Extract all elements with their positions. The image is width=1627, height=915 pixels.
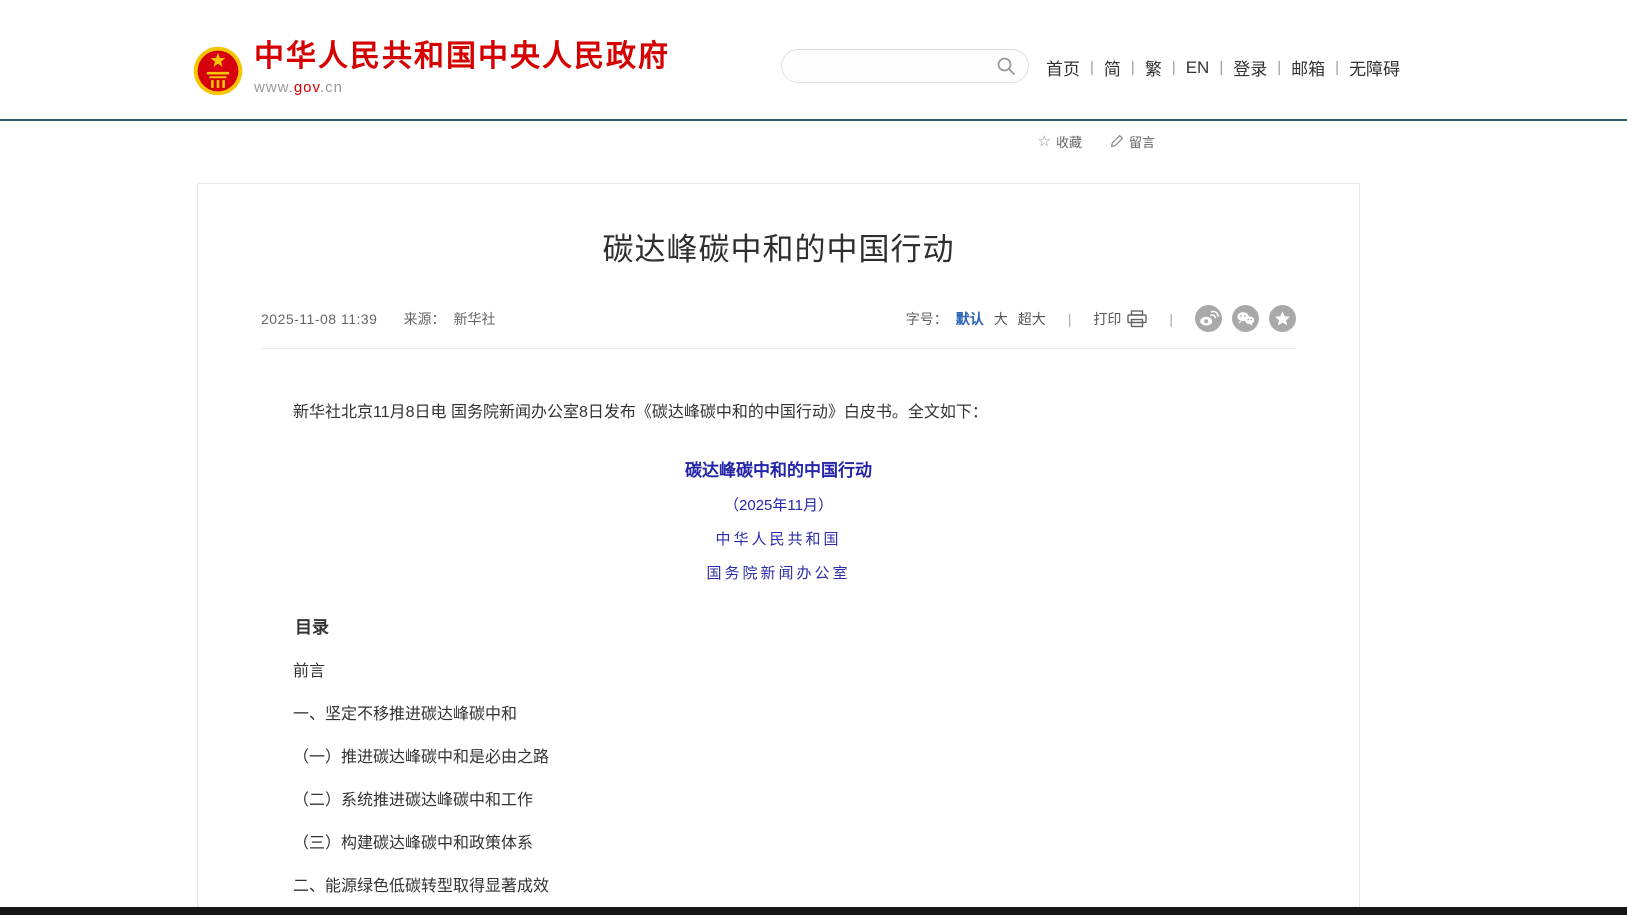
site-url-suffix: .cn — [320, 79, 343, 96]
printer-icon — [1127, 310, 1147, 328]
font-size-xlarge-button[interactable]: 超大 — [1018, 309, 1046, 329]
bottom-screen-edge — [0, 907, 1627, 915]
site-header: 中华人民共和国中央人民政府 www.gov.cn 首页 | 简 | 繁 | EN… — [0, 0, 1627, 121]
toc-item-section1-2: （二）系统推进碳达峰碳中和工作 — [261, 793, 1296, 809]
nav-separator: | — [1090, 59, 1094, 76]
search-icon[interactable] — [996, 56, 1016, 76]
toc-item-section1-3: （三）构建碳达峰碳中和政策体系 — [261, 836, 1296, 852]
toc-item-preface: 前言 — [261, 664, 1296, 680]
site-logo[interactable]: 中华人民共和国中央人民政府 www.gov.cn — [192, 40, 670, 100]
article-meta-row: 2025-11-08 11:39 来源： 新华社 字号： 默认 大 超大 | 打… — [261, 305, 1296, 332]
document-head: 碳达峰碳中和的中国行动 （2025年11月） 中华人民共和国 国务院新闻办公室 — [261, 456, 1296, 583]
message-label: 留言 — [1129, 132, 1155, 151]
content-wrap: ☆ 收藏 留言 碳达峰碳中和的中国行动 2025-11-08 11:39 来源：… — [197, 131, 1360, 915]
nav-separator: | — [1131, 59, 1135, 76]
meta-left: 2025-11-08 11:39 来源： 新华社 — [261, 309, 495, 329]
source-name[interactable]: 新华社 — [453, 309, 495, 329]
document-date: （2025年11月） — [261, 494, 1296, 515]
toc-item-section1-1: （一）推进碳达峰碳中和是必由之路 — [261, 750, 1296, 766]
site-url-gov: gov — [294, 79, 320, 96]
page: 中华人民共和国中央人民政府 www.gov.cn 首页 | 简 | 繁 | EN… — [0, 0, 1627, 915]
document-org-line2: 国务院新闻办公室 — [261, 562, 1296, 583]
site-title: 中华人民共和国中央人民政府 — [254, 40, 670, 73]
source-label: 来源： — [403, 309, 445, 329]
meta-divider — [261, 348, 1296, 349]
print-button[interactable]: 打印 — [1093, 309, 1147, 329]
article-title: 碳达峰碳中和的中国行动 — [261, 224, 1296, 269]
toc-heading: 目录 — [261, 613, 1296, 638]
nav-separator: | — [1172, 59, 1176, 76]
nav-accessibility[interactable]: 无障碍 — [1349, 55, 1400, 80]
search-box[interactable] — [781, 49, 1029, 83]
meta-separator: | — [1068, 311, 1072, 327]
nav-separator: | — [1277, 59, 1281, 76]
search-input[interactable] — [782, 50, 996, 82]
favorite-link[interactable]: ☆ 收藏 — [1038, 132, 1082, 151]
toc-item-section2: 二、能源绿色低碳转型取得显著成效 — [261, 879, 1296, 895]
print-label: 打印 — [1093, 309, 1121, 329]
font-size-default-button[interactable]: 默认 — [956, 309, 984, 329]
article-card: 碳达峰碳中和的中国行动 2025-11-08 11:39 来源： 新华社 字号：… — [197, 183, 1360, 915]
message-link[interactable]: 留言 — [1110, 132, 1155, 151]
logo-text: 中华人民共和国中央人民政府 www.gov.cn — [254, 40, 670, 96]
page-actions: ☆ 收藏 留言 — [197, 131, 1360, 151]
top-nav: 首页 | 简 | 繁 | EN | 登录 | 邮箱 | 无障碍 — [1046, 55, 1400, 80]
nav-traditional[interactable]: 繁 — [1145, 55, 1162, 80]
toc-item-section1: 一、坚定不移推进碳达峰碳中和 — [261, 707, 1296, 723]
nav-separator: | — [1219, 59, 1223, 76]
site-url: www.gov.cn — [254, 79, 670, 96]
national-emblem-icon — [192, 42, 244, 100]
pencil-icon — [1110, 134, 1124, 148]
nav-simplified[interactable]: 简 — [1104, 55, 1121, 80]
document-org-line1: 中华人民共和国 — [261, 528, 1296, 549]
toc-list: 前言 一、坚定不移推进碳达峰碳中和 （一）推进碳达峰碳中和是必由之路 （二）系统… — [261, 664, 1296, 915]
star-outline-icon: ☆ — [1038, 134, 1051, 149]
nav-separator: | — [1335, 59, 1339, 76]
site-url-prefix: www. — [254, 79, 294, 96]
favorite-label: 收藏 — [1056, 132, 1082, 151]
publish-date: 2025-11-08 11:39 — [261, 311, 377, 327]
font-size-label: 字号： — [906, 309, 948, 329]
favorite-share-icon[interactable] — [1269, 305, 1296, 332]
nav-home[interactable]: 首页 — [1046, 55, 1080, 80]
weibo-share-icon[interactable] — [1195, 305, 1222, 332]
nav-mailbox[interactable]: 邮箱 — [1291, 55, 1325, 80]
nav-login[interactable]: 登录 — [1233, 55, 1267, 80]
document-title: 碳达峰碳中和的中国行动 — [261, 456, 1296, 481]
share-icons — [1195, 305, 1296, 332]
meta-separator: | — [1169, 311, 1173, 327]
lead-paragraph: 新华社北京11月8日电 国务院新闻办公室8日发布《碳达峰碳中和的中国行动》白皮书… — [261, 399, 1296, 428]
font-size-large-button[interactable]: 大 — [994, 309, 1008, 329]
meta-right: 字号： 默认 大 超大 | 打印 | — [906, 305, 1296, 332]
wechat-share-icon[interactable] — [1232, 305, 1259, 332]
nav-english[interactable]: EN — [1186, 58, 1210, 78]
